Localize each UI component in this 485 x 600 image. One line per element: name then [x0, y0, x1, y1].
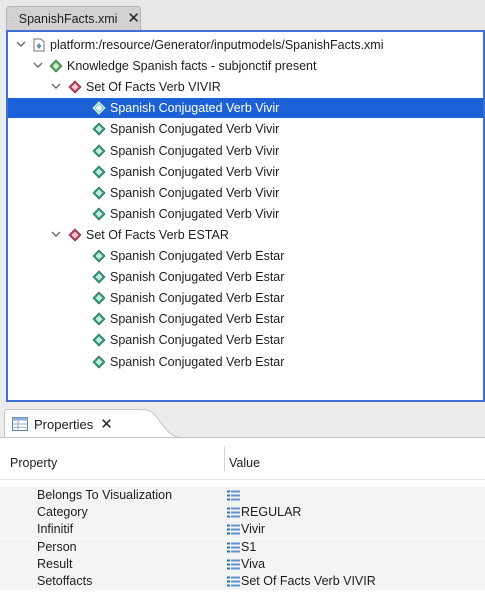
property-row[interactable]: Belongs To Visualization — [0, 487, 485, 504]
tree-item-label: Spanish Conjugated Verb Estar — [110, 291, 285, 306]
property-value[interactable]: REGULAR — [241, 505, 301, 520]
model-file-icon — [11, 17, 14, 20]
chevron-down-icon[interactable] — [50, 228, 62, 240]
tab-properties[interactable]: Properties ✕ — [4, 409, 144, 438]
set-diamond-icon — [68, 228, 82, 242]
tree-item-label: Spanish Conjugated Verb Estar — [110, 354, 285, 369]
tree-item-fact[interactable]: Spanish Conjugated Verb Estar — [8, 352, 483, 372]
property-row[interactable]: Person S1 — [0, 538, 485, 556]
property-row[interactable]: Category REGULAR — [0, 504, 485, 522]
property-row[interactable]: Result Viva — [0, 555, 485, 573]
fact-diamond-icon — [92, 291, 106, 305]
tree-item-fact[interactable]: Spanish Conjugated Verb Vivir — [8, 204, 483, 224]
property-name: Setoffacts — [37, 574, 93, 588]
tree-item-fact[interactable]: Spanish Conjugated Verb Vivir — [8, 119, 483, 139]
fact-diamond-icon — [92, 143, 106, 158]
property-name: Person — [37, 539, 77, 554]
tab-edge-curve — [143, 409, 183, 438]
tree-item-knowledge[interactable]: Knowledge Spanish facts - subjonctif pre… — [8, 56, 483, 76]
tree-item-label: platform:/resource/Generator/inputmodels… — [50, 38, 384, 52]
tree-item-fact[interactable]: Spanish Conjugated Verb Estar — [8, 288, 483, 308]
properties-table-icon — [12, 417, 28, 431]
tree-item-label: Spanish Conjugated Verb Vivir — [110, 143, 280, 158]
fact-diamond-icon — [92, 165, 106, 179]
tree-item-fact[interactable]: Spanish Conjugated Verb Estar — [8, 267, 483, 287]
tree-item-root[interactable]: platform:/resource/Generator/inputmodels… — [8, 35, 483, 55]
property-value[interactable]: Set Of Facts Verb VIVIR — [241, 574, 376, 589]
chevron-down-icon[interactable] — [50, 80, 62, 92]
fact-diamond-icon — [92, 207, 106, 221]
tree-item-fact[interactable]: Spanish Conjugated Verb Vivir — [8, 162, 483, 182]
tree-item-fact[interactable]: Spanish Conjugated Verb Estar — [8, 246, 483, 266]
tree-item-fact[interactable]: Spanish Conjugated Verb Vivir — [8, 98, 483, 119]
tree-item-label: Spanish Conjugated Verb Estar — [110, 270, 285, 285]
tree-item-label: Spanish Conjugated Verb Estar — [110, 249, 285, 263]
property-name: Infinitif — [37, 522, 74, 537]
properties-tab-title: Properties — [34, 416, 94, 432]
property-value[interactable]: S1 — [241, 540, 256, 555]
property-value-icon — [227, 507, 240, 518]
fact-diamond-icon — [92, 333, 106, 347]
tree-item-set[interactable]: Set Of Facts Verb ESTAR — [8, 225, 483, 245]
editor-tab-title: SpanishFacts.xmi — [18, 11, 118, 26]
close-icon[interactable]: ✕ — [127, 11, 140, 26]
chevron-down-icon[interactable] — [32, 59, 44, 71]
column-separator[interactable] — [224, 446, 225, 472]
set-diamond-icon — [68, 80, 82, 94]
resource-file-icon — [32, 38, 46, 52]
property-name: Category — [37, 505, 88, 520]
property-row[interactable]: Setoffacts Set Of Facts Verb VIVIR — [0, 573, 485, 590]
property-name: Result — [37, 556, 73, 571]
tree-item-label: Set Of Facts Verb VIVIR — [86, 80, 221, 95]
property-value-icon — [227, 542, 240, 553]
tree-item-label: Spanish Conjugated Verb Vivir — [110, 206, 280, 221]
chevron-down-icon[interactable] — [15, 38, 27, 50]
knowledge-diamond-icon — [49, 59, 63, 73]
eclipse-window: SpanishFacts.xmi ✕ platform:/resource/Ge… — [0, 0, 485, 600]
value-column-header[interactable]: Value — [229, 456, 260, 470]
fact-diamond-icon — [92, 122, 106, 136]
tree-item-fact[interactable]: Spanish Conjugated Verb Vivir — [8, 141, 483, 161]
property-value-icon — [227, 490, 240, 501]
tree-item-fact[interactable]: Spanish Conjugated Verb Estar — [8, 309, 483, 329]
properties-tab-bar: Properties ✕ — [0, 406, 485, 438]
tree-item-fact[interactable]: Spanish Conjugated Verb Estar — [8, 330, 483, 350]
tab-spanishfacts-xmi[interactable]: SpanishFacts.xmi ✕ — [6, 6, 141, 30]
tree-item-set[interactable]: Set Of Facts Verb VIVIR — [8, 77, 483, 97]
model-tree-editor[interactable]: platform:/resource/Generator/inputmodels… — [6, 30, 485, 402]
property-name: Belongs To Visualization — [37, 488, 173, 502]
tree-item-label: Spanish Conjugated Verb Vivir — [110, 164, 280, 179]
property-value[interactable]: Vivir — [241, 522, 265, 537]
tree-item-label: Spanish Conjugated Verb Estar — [110, 312, 285, 327]
fact-diamond-icon — [92, 270, 106, 284]
header-divider — [0, 479, 485, 480]
tree-item-label: Set Of Facts Verb ESTAR — [86, 227, 229, 242]
tree-item-label: Spanish Conjugated Verb Vivir — [110, 122, 280, 137]
property-value-icon — [227, 524, 240, 535]
fact-diamond-icon — [92, 101, 106, 115]
tree-item-label: Spanish Conjugated Verb Estar — [110, 333, 285, 348]
fact-diamond-icon — [92, 312, 106, 326]
property-value-icon — [227, 559, 240, 570]
editor-tab-bar: SpanishFacts.xmi ✕ — [0, 0, 485, 30]
fact-diamond-icon — [92, 186, 106, 200]
fact-diamond-icon — [92, 354, 106, 369]
tree-item-label: Spanish Conjugated Verb Vivir — [110, 185, 280, 200]
property-column-header[interactable]: Property — [10, 456, 57, 470]
tree-item-label: Knowledge Spanish facts - subjonctif pre… — [67, 59, 317, 74]
property-row[interactable]: Infinitif Vivir — [0, 521, 485, 539]
tree-item-label: Spanish Conjugated Verb Vivir — [110, 101, 280, 116]
tree-item-fact[interactable]: Spanish Conjugated Verb Vivir — [8, 183, 483, 203]
close-icon[interactable]: ✕ — [100, 417, 113, 432]
property-value-icon — [227, 576, 240, 587]
fact-diamond-icon — [92, 249, 106, 263]
property-value[interactable]: Viva — [241, 557, 265, 572]
